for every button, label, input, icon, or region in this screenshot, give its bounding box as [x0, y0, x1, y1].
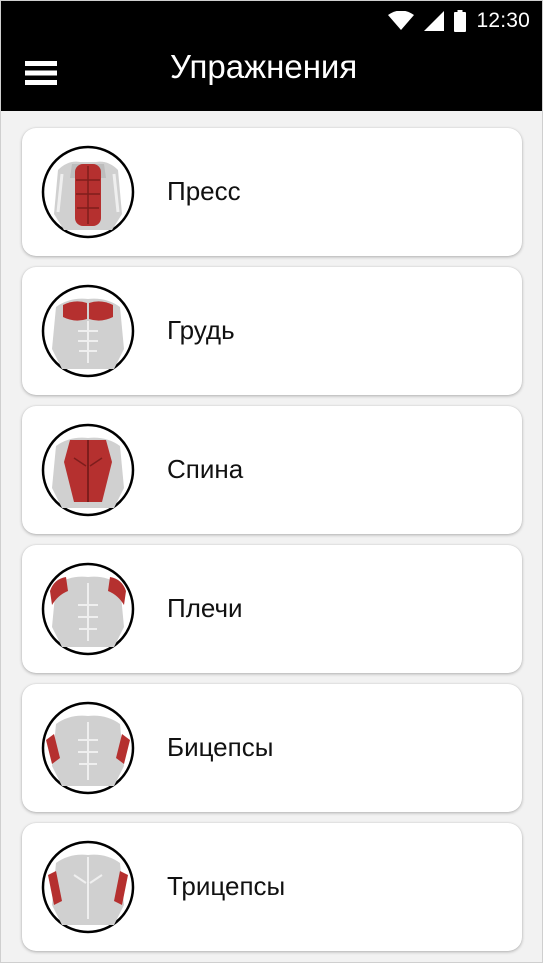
back-muscle-icon [41, 423, 135, 517]
chest-muscle-icon [41, 284, 135, 378]
exercise-card-abs[interactable]: Пресс [22, 128, 522, 256]
exercise-card-back[interactable]: Спина [22, 406, 522, 534]
status-bar: 12:30 [1, 1, 542, 41]
status-icons: 12:30 [388, 9, 530, 33]
battery-icon [454, 10, 467, 32]
app-screen: 12:30 Упражнения Пресс Грудь Спина Плечи… [0, 0, 543, 963]
exercise-card-biceps[interactable]: Бицепсы [22, 684, 522, 812]
exercise-label: Плечи [167, 593, 243, 623]
menu-button[interactable] [25, 53, 65, 93]
hamburger-menu-icon [25, 61, 57, 85]
exercise-card-triceps[interactable]: Трицепсы [22, 823, 522, 951]
exercise-label: Грудь [167, 315, 235, 345]
shoulders-muscle-icon [41, 562, 135, 656]
exercise-card-shoulders[interactable]: Плечи [22, 545, 522, 673]
biceps-muscle-icon [41, 701, 135, 795]
page-title: Упражнения [170, 48, 358, 85]
exercise-label: Спина [167, 454, 244, 484]
exercise-label: Пресс [167, 176, 241, 206]
exercise-card-chest[interactable]: Грудь [22, 267, 522, 395]
wifi-icon [388, 11, 415, 30]
app-bar: Упражнения [1, 41, 542, 111]
status-time: 12:30 [476, 9, 530, 32]
cell-signal-icon [424, 11, 445, 31]
exercise-label: Бицепсы [167, 732, 274, 762]
abs-muscle-icon [41, 145, 135, 239]
exercise-label: Трицепсы [167, 871, 286, 901]
triceps-muscle-icon [41, 840, 135, 934]
